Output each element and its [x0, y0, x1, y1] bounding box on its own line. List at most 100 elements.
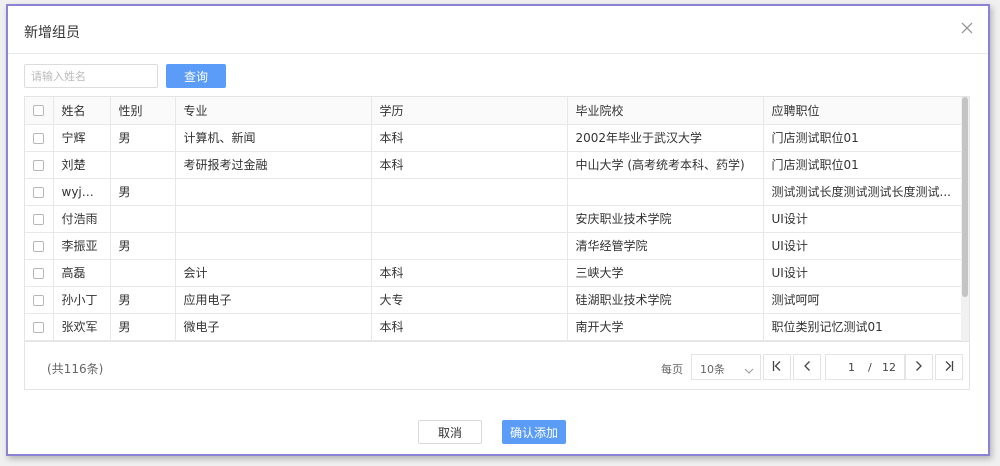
cell-education: 本科 — [371, 124, 568, 152]
cell-gender — [110, 151, 176, 179]
cell-major — [175, 232, 372, 260]
cell-name: 宁辉 — [53, 124, 111, 152]
table-row[interactable]: 付浩雨 安庆职业技术学院 UI设计 — [25, 205, 963, 233]
cell-major: 会计 — [175, 259, 372, 287]
column-header-position[interactable]: 应聘职位 — [763, 97, 963, 125]
cell-school: 南开大学 — [567, 313, 764, 341]
cell-gender: 男 — [110, 286, 176, 314]
cell-name: 张欢军 — [53, 313, 111, 341]
table-row[interactable]: wyj内... 男 测试测试长度测试测试长度测试... — [25, 178, 963, 206]
last-page-button[interactable] — [935, 354, 963, 380]
table-header-row: 姓名 性别 专业 学历 毕业院校 应聘职位 — [25, 97, 963, 125]
row-checkbox[interactable] — [33, 240, 45, 252]
table-row[interactable]: 刘楚 考研报考过金融 本科 中山大学 (高考统考本科、药学) 门店测试职位01 — [25, 151, 963, 179]
column-header-name[interactable]: 姓名 — [53, 97, 111, 125]
table-row[interactable]: 李振亚 男 清华经管学院 UI设计 — [25, 232, 963, 260]
cell-school: 硅湖职业技术学院 — [567, 286, 764, 314]
cell-education — [371, 232, 568, 260]
cell-position: 门店测试职位01 — [763, 124, 963, 152]
chevron-right-icon — [915, 360, 923, 375]
cell-education: 本科 — [371, 151, 568, 179]
table-scrollbar-track[interactable] — [961, 97, 969, 341]
current-page[interactable]: 1 — [848, 361, 855, 374]
per-page-select[interactable]: 10条 — [691, 354, 761, 380]
cell-gender: 男 — [110, 232, 176, 260]
row-checkbox[interactable] — [33, 294, 45, 306]
confirm-add-button[interactable]: 确认添加 — [502, 420, 566, 444]
cell-name: 高磊 — [53, 259, 111, 287]
cell-major — [175, 178, 372, 206]
row-checkbox-cell — [25, 124, 54, 152]
row-checkbox[interactable] — [33, 159, 45, 171]
dialog-header: 新增组员 — [8, 6, 988, 54]
page-indicator[interactable]: 1 / 12 — [825, 354, 905, 380]
row-checkbox-cell — [25, 259, 54, 287]
cell-major — [175, 205, 372, 233]
chevron-down-icon — [744, 364, 754, 377]
total-pages: 12 — [882, 361, 896, 374]
row-checkbox[interactable] — [33, 213, 45, 225]
row-checkbox-cell — [25, 178, 54, 206]
cell-school: 中山大学 (高考统考本科、药学) — [567, 151, 764, 179]
cell-education: 本科 — [371, 259, 568, 287]
column-header-education[interactable]: 学历 — [371, 97, 568, 125]
last-page-icon — [944, 360, 954, 375]
table-scrollbar-thumb[interactable] — [962, 97, 968, 297]
cell-position: 测试呵呵 — [763, 286, 963, 314]
table-row[interactable]: 高磊 会计 本科 三峡大学 UI设计 — [25, 259, 963, 287]
row-checkbox[interactable] — [33, 132, 45, 144]
cell-school: 清华经管学院 — [567, 232, 764, 260]
close-icon[interactable] — [960, 21, 974, 35]
cell-gender: 男 — [110, 178, 176, 206]
column-header-major[interactable]: 专业 — [175, 97, 372, 125]
cell-major: 考研报考过金融 — [175, 151, 372, 179]
table-row[interactable]: 宁辉 男 计算机、新闻 本科 2002年毕业于武汉大学 门店测试职位01 — [25, 124, 963, 152]
row-checkbox[interactable] — [33, 267, 45, 279]
search-button[interactable]: 查询 — [166, 64, 226, 88]
cell-major: 应用电子 — [175, 286, 372, 314]
table-row[interactable]: 孙小丁 男 应用电子 大专 硅湖职业技术学院 测试呵呵 — [25, 286, 963, 314]
cell-school: 三峡大学 — [567, 259, 764, 287]
cell-position: UI设计 — [763, 205, 963, 233]
row-checkbox[interactable] — [33, 321, 45, 333]
cell-education — [371, 178, 568, 206]
cell-position: UI设计 — [763, 259, 963, 287]
cell-gender: 男 — [110, 124, 176, 152]
cell-position: UI设计 — [763, 232, 963, 260]
prev-page-button[interactable] — [793, 354, 821, 380]
cell-name: 付浩雨 — [53, 205, 111, 233]
column-header-school[interactable]: 毕业院校 — [567, 97, 764, 125]
cell-major: 计算机、新闻 — [175, 124, 372, 152]
cell-education: 本科 — [371, 313, 568, 341]
row-checkbox[interactable] — [33, 186, 45, 198]
cell-education — [371, 205, 568, 233]
page-separator: / — [868, 361, 872, 374]
dialog-title: 新增组员 — [24, 25, 80, 41]
cell-major: 微电子 — [175, 313, 372, 341]
cell-education: 大专 — [371, 286, 568, 314]
cell-school: 2002年毕业于武汉大学 — [567, 124, 764, 152]
row-checkbox-cell — [25, 205, 54, 233]
row-checkbox-cell — [25, 313, 54, 341]
select-all-cell — [25, 97, 54, 125]
first-page-icon — [772, 360, 782, 375]
cell-name: wyj内... — [53, 178, 111, 206]
table-row[interactable]: 张欢军 男 微电子 本科 南开大学 职位类别记忆测试01 — [25, 313, 963, 341]
first-page-button[interactable] — [763, 354, 791, 380]
next-page-button[interactable] — [905, 354, 933, 380]
cell-school: 安庆职业技术学院 — [567, 205, 764, 233]
name-search-input[interactable] — [24, 64, 158, 88]
select-all-checkbox[interactable] — [33, 105, 45, 117]
total-count: (共116条) — [47, 362, 104, 376]
chevron-left-icon — [803, 360, 811, 375]
cell-position: 职位类别记忆测试01 — [763, 313, 963, 341]
column-header-gender[interactable]: 性别 — [110, 97, 176, 125]
cell-gender — [110, 205, 176, 233]
member-table: 姓名 性别 专业 学历 毕业院校 应聘职位 宁辉 男 计算机、新闻 本科 200… — [24, 96, 970, 390]
cell-gender — [110, 259, 176, 287]
row-checkbox-cell — [25, 286, 54, 314]
cancel-button[interactable]: 取消 — [418, 420, 482, 444]
per-page-value: 10条 — [700, 363, 725, 376]
per-page-label: 每页 — [661, 363, 683, 376]
cell-position: 门店测试职位01 — [763, 151, 963, 179]
